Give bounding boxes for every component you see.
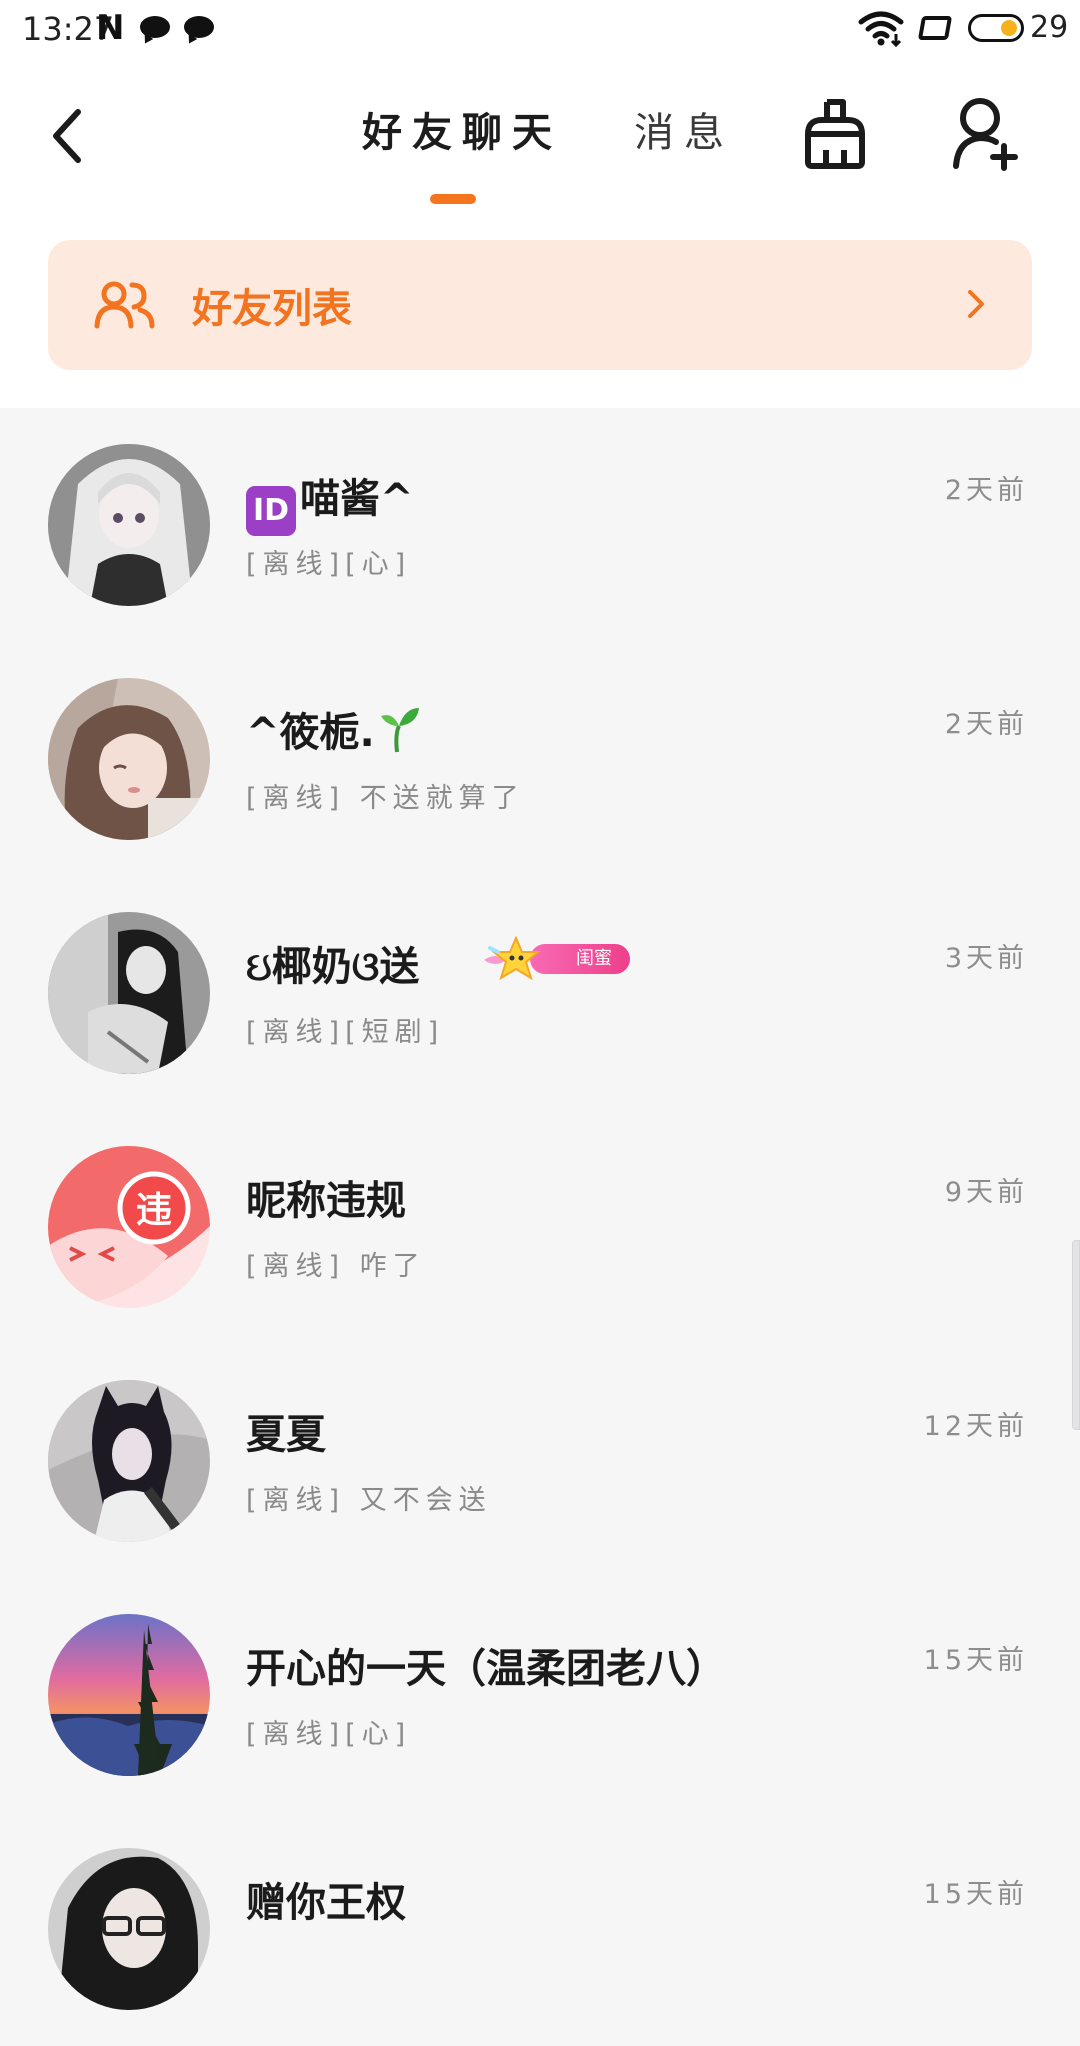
battery-icon xyxy=(968,14,1024,42)
chat-name: ID 喵酱^ xyxy=(246,466,414,536)
battery-level: 29 xyxy=(1030,10,1069,45)
chat-time: 2天前 xyxy=(944,475,1028,506)
message-bubble-icon xyxy=(184,16,214,38)
id-badge: ID xyxy=(246,486,296,536)
scroll-handle[interactable] xyxy=(1072,1240,1080,1430)
chat-row[interactable]: ^筱栀. [离线] 不送就算了 2天前 xyxy=(0,642,1080,876)
violation-badge-text: 违 xyxy=(136,1190,172,1231)
friend-list-label: 好友列表 xyxy=(192,286,352,332)
chat-preview: [离线][短剧] xyxy=(246,1017,445,1048)
chat-row[interactable]: 违 昵称违规 [离线] 咋了 9天前 xyxy=(0,1110,1080,1344)
avatar xyxy=(48,1380,210,1542)
chat-time: 15天前 xyxy=(923,1645,1028,1676)
n-app-icon: N xyxy=(96,8,125,48)
message-bubble-icon xyxy=(140,16,170,38)
chat-preview: [离线] 不送就算了 xyxy=(246,783,525,814)
clean-button[interactable] xyxy=(800,96,870,172)
friend-list-banner[interactable]: 好友列表 xyxy=(48,240,1032,370)
chevron-right-icon xyxy=(964,284,988,328)
chat-preview: [离线][心] xyxy=(246,549,412,580)
broom-clean-icon xyxy=(805,99,865,169)
sim-icon xyxy=(917,16,953,40)
chat-name-text: ઇ椰奶ଓ送 xyxy=(246,944,420,990)
chat-name-text: 昵称违规 xyxy=(246,1178,406,1224)
add-user-icon xyxy=(953,98,1018,171)
back-arrow-icon xyxy=(53,109,81,163)
status-bar: 13:27 N 29 xyxy=(0,0,1080,64)
tab-messages[interactable]: 消息 xyxy=(634,100,734,158)
avatar xyxy=(48,912,210,1074)
chat-name-text: 开心的一天（温柔团老八） xyxy=(246,1646,726,1692)
chat-name-text: 喵酱^ xyxy=(300,476,414,522)
header: 好友聊天 消息 xyxy=(0,70,1080,210)
chat-time: 12天前 xyxy=(923,1411,1028,1442)
avatar: 违 xyxy=(48,1146,210,1308)
chat-name: 昵称违规 xyxy=(246,1168,406,1226)
add-friend-button[interactable] xyxy=(950,94,1020,174)
active-tab-indicator xyxy=(430,194,476,204)
chat-row[interactable]: 开心的一天（温柔团老八） [离线][心] 15天前 xyxy=(0,1578,1080,1812)
star-icon xyxy=(476,934,550,990)
chat-name-text: ^筱栀. xyxy=(246,710,375,756)
bestie-badge: 闺蜜 xyxy=(476,934,632,986)
sprout-icon xyxy=(377,704,421,764)
back-button[interactable] xyxy=(40,96,100,176)
friends-icon xyxy=(94,280,156,334)
chat-name: 赠你王权 xyxy=(246,1870,406,1928)
avatar xyxy=(48,1848,210,2010)
avatar xyxy=(48,678,210,840)
chat-name: ઇ椰奶ଓ送 xyxy=(246,934,419,992)
wifi-icon xyxy=(858,8,904,52)
chat-time: 9天前 xyxy=(944,1177,1028,1208)
chat-row[interactable]: 夏夏 [离线] 又不会送 12天前 xyxy=(0,1344,1080,1578)
chat-time: 3天前 xyxy=(944,943,1028,974)
chat-name: 夏夏 xyxy=(246,1402,326,1460)
chat-name: 开心的一天（温柔团老八） xyxy=(246,1636,726,1694)
chat-preview: [离线][心] xyxy=(246,1719,412,1750)
chat-row[interactable]: ઇ椰奶ଓ送 闺蜜 [离线][短剧] 3天前 xyxy=(0,876,1080,1110)
chat-row[interactable]: ID 喵酱^ [离线][心] 2天前 xyxy=(0,408,1080,642)
chat-row[interactable]: 赠你王权 15天前 xyxy=(0,1812,1080,2046)
tab-friend-chat[interactable]: 好友聊天 xyxy=(362,100,562,158)
chat-name-text: 夏夏 xyxy=(246,1412,326,1458)
chat-name: ^筱栀. xyxy=(246,700,421,764)
chat-preview: [离线] 又不会送 xyxy=(246,1485,492,1516)
chat-name-text: 赠你王权 xyxy=(246,1880,406,1926)
chat-preview: [离线] 咋了 xyxy=(246,1251,426,1282)
chat-time: 15天前 xyxy=(923,1879,1028,1910)
avatar xyxy=(48,444,210,606)
chat-time: 2天前 xyxy=(944,709,1028,740)
chat-list: ID 喵酱^ [离线][心] 2天前 ^筱栀. [离线] 不送就算了 2天前 ઇ… xyxy=(0,408,1080,2046)
avatar xyxy=(48,1614,210,1776)
